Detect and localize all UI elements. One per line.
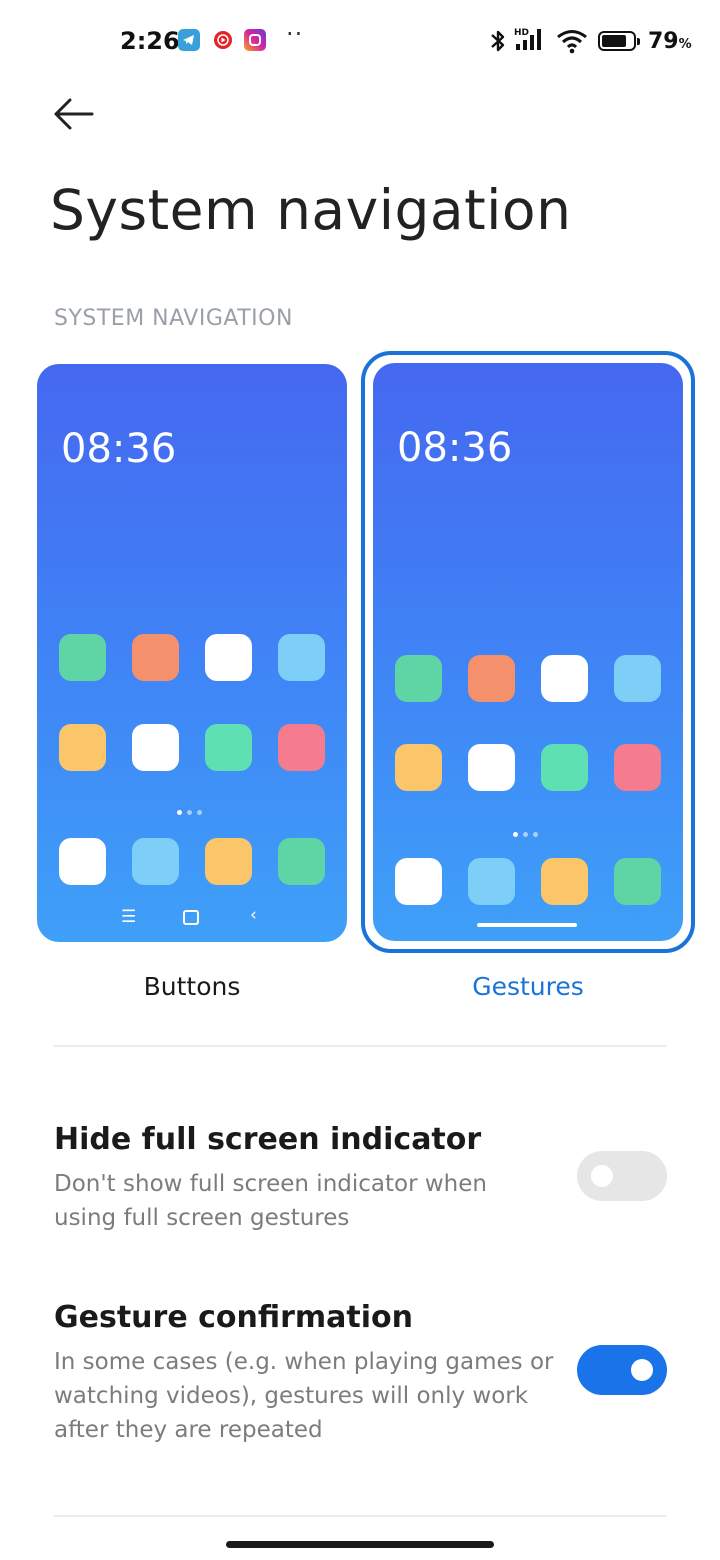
page-indicator-dots — [513, 822, 547, 837]
home-indicator-bar[interactable] — [226, 1541, 494, 1548]
youtube-music-icon — [212, 29, 234, 51]
hide-indicator-title: Hide full screen indicator — [54, 1122, 482, 1157]
app-icon-tile — [614, 744, 661, 791]
app-icon-tile — [278, 634, 325, 681]
app-icon-tile — [614, 858, 661, 905]
app-icon-tile — [132, 724, 179, 771]
app-icon-tile — [468, 655, 515, 702]
buttons-preview-card[interactable]: 08:36 ☰ ‹ — [37, 364, 347, 942]
instagram-icon — [244, 29, 266, 51]
app-icon-tile — [59, 724, 106, 771]
gesture-confirmation-description: In some cases (e.g. when playing games o… — [54, 1349, 554, 1443]
telegram-icon — [178, 29, 200, 51]
app-icon-tile — [59, 634, 106, 681]
toggle-knob — [631, 1359, 653, 1381]
home-square-icon — [183, 910, 199, 925]
gesture-confirmation-toggle[interactable] — [577, 1345, 667, 1395]
more-notifications-icon: ·· — [286, 20, 304, 48]
app-icon-tile — [614, 655, 661, 702]
app-icon-tile — [59, 838, 106, 885]
page-title: System navigation — [50, 178, 572, 242]
network-hd-label: HD — [514, 28, 529, 38]
battery-percent: 79% — [648, 29, 692, 54]
app-icon-tile — [205, 634, 252, 681]
app-icon-tile — [468, 744, 515, 791]
gestures-option-label[interactable]: Gestures — [373, 972, 683, 1001]
app-icon-tile — [395, 858, 442, 905]
gesture-handle-bar — [477, 923, 577, 927]
app-icon-tile — [541, 858, 588, 905]
page-indicator-dots — [177, 800, 211, 815]
divider — [54, 1045, 666, 1047]
back-arrow-icon[interactable] — [50, 92, 98, 136]
cellular-signal-icon: HD — [514, 28, 541, 50]
gestures-preview-card[interactable]: 08:36 — [373, 363, 683, 941]
preview-clock: 08:36 — [61, 426, 177, 472]
wifi-icon — [557, 30, 587, 54]
app-icon-tile — [278, 724, 325, 771]
hide-indicator-description: Don't show full screen indicator when us… — [54, 1171, 487, 1231]
app-icon-tile — [395, 744, 442, 791]
app-icon-tile — [132, 838, 179, 885]
back-chevron-icon: ‹ — [250, 905, 257, 925]
battery-icon — [598, 31, 640, 51]
app-icon-tile — [132, 634, 179, 681]
menu-icon: ☰ — [121, 907, 137, 927]
app-icon-tile — [205, 838, 252, 885]
status-time: 2:26 — [120, 27, 180, 55]
app-icon-tile — [541, 744, 588, 791]
bluetooth-icon — [491, 30, 505, 52]
toggle-knob — [591, 1165, 613, 1187]
hide-indicator-toggle[interactable] — [577, 1151, 667, 1201]
app-icon-tile — [541, 655, 588, 702]
status-bar: 2:26 ·· HD 79% — [0, 0, 720, 84]
app-icon-tile — [468, 858, 515, 905]
preview-clock: 08:36 — [397, 425, 513, 471]
section-label: SYSTEM NAVIGATION — [54, 306, 293, 331]
divider — [54, 1515, 666, 1517]
app-icon-tile — [395, 655, 442, 702]
gesture-confirmation-title: Gesture confirmation — [54, 1300, 413, 1335]
app-icon-tile — [278, 838, 325, 885]
app-icon-tile — [205, 724, 252, 771]
buttons-option-label[interactable]: Buttons — [37, 972, 347, 1001]
